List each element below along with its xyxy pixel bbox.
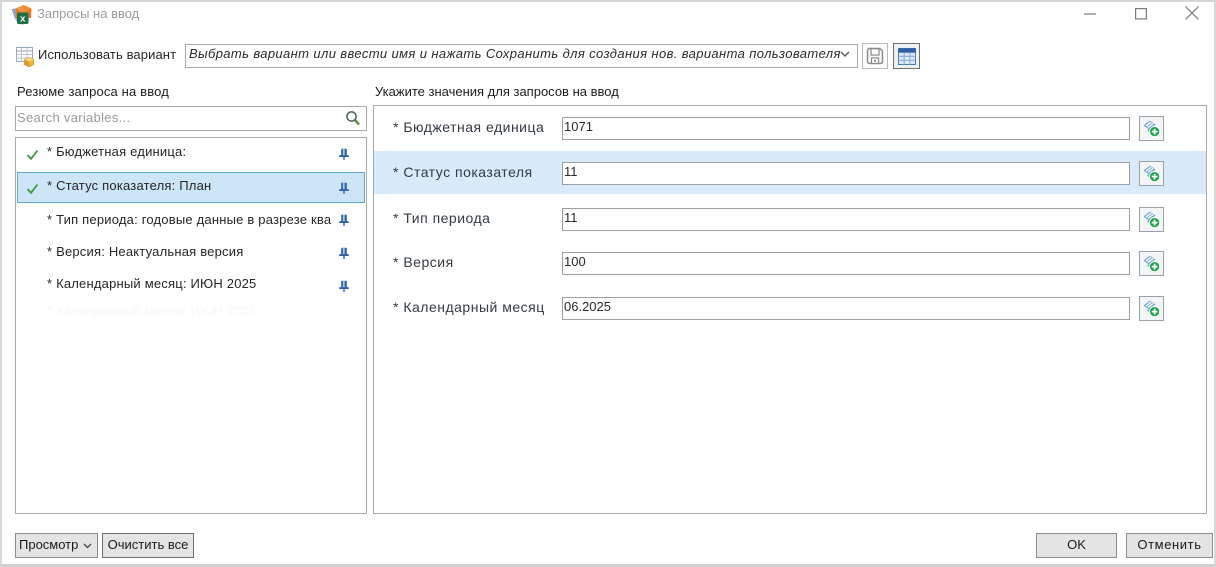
svg-text:x: x: [20, 13, 26, 24]
